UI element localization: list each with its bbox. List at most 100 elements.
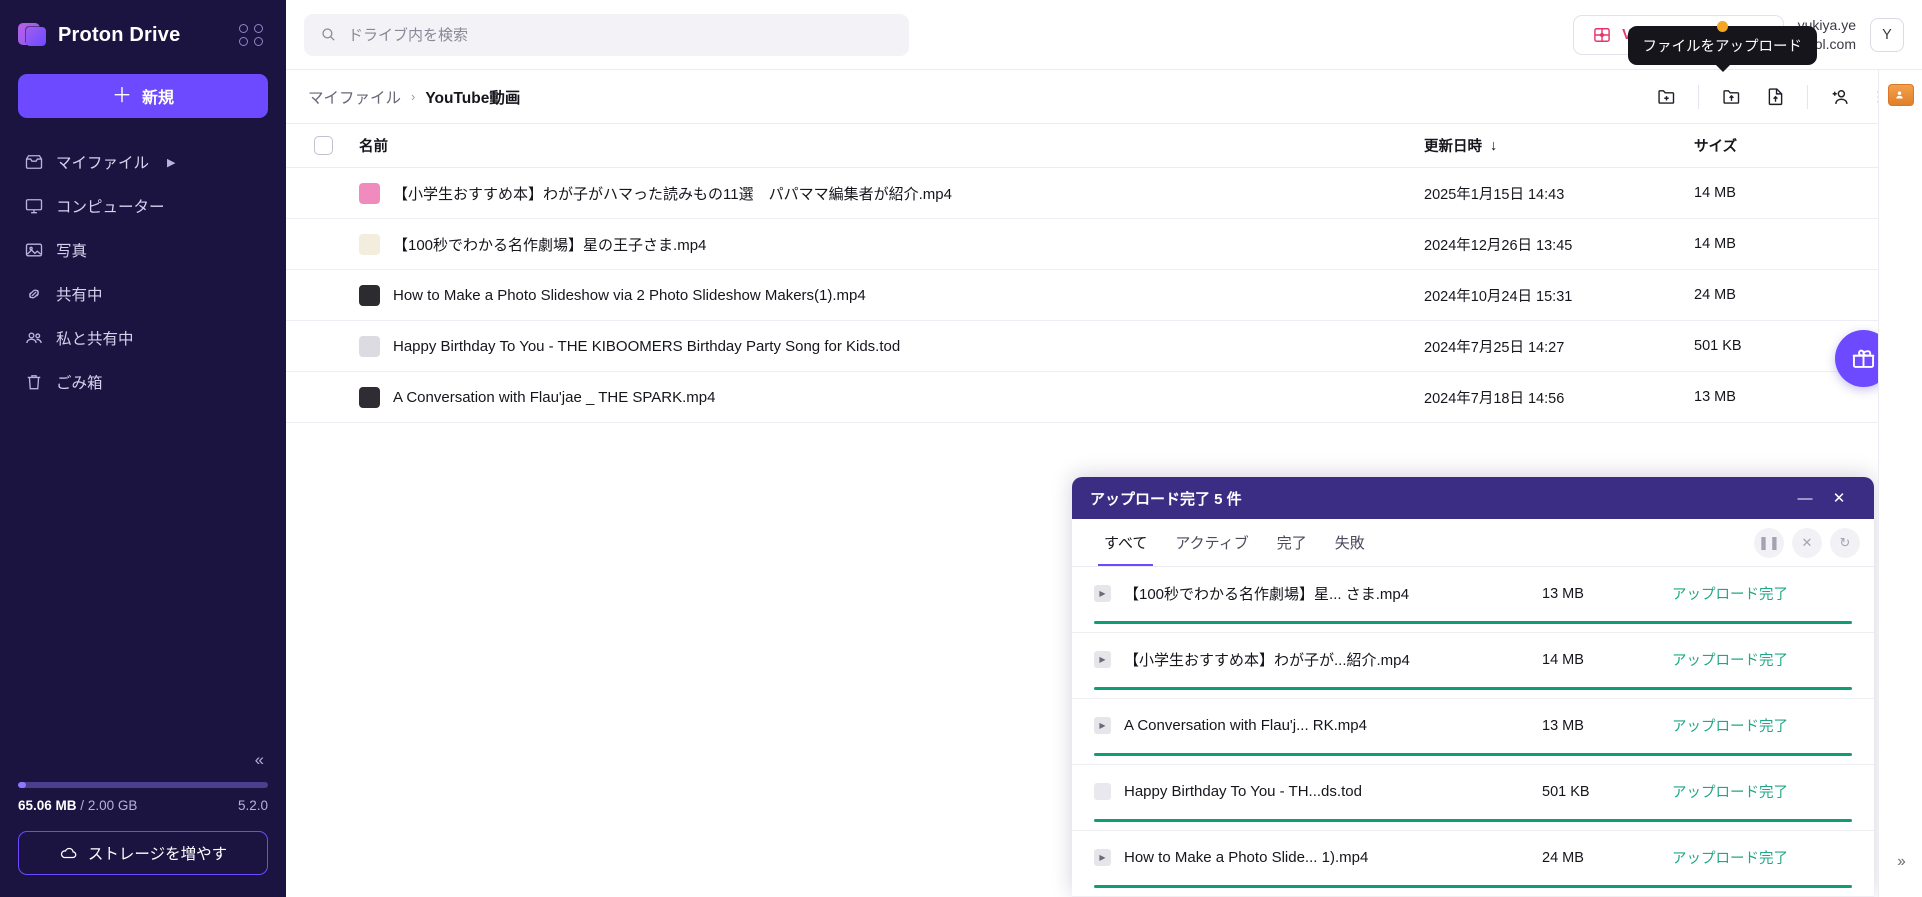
column-header-modified[interactable]: 更新日時 ↓ [1424,135,1694,156]
upload-list-item[interactable]: Happy Birthday To You - TH...ds.tod 501 … [1072,765,1874,831]
video-file-icon: ▶ [1094,585,1111,602]
file-modified: 2024年7月25日 14:27 [1424,339,1565,356]
column-header-name[interactable]: 名前 [359,135,1424,156]
contacts-icon[interactable] [1887,84,1914,106]
table-row[interactable]: How to Make a Photo Slideshow via 2 Phot… [286,270,1922,321]
chevron-right-icon[interactable]: ▶ [167,156,175,169]
upload-file-name: How to Make a Photo Slide... 1).mp4 [1124,849,1369,866]
upload-progress-bar [1094,621,1852,624]
upload-file-size: 13 MB [1542,585,1584,602]
sidebar-item-label: 私と共有中 [56,331,134,348]
storage-progress-fill [18,782,26,788]
generic-file-icon [1094,783,1111,800]
upload-panel-tabs: すべて アクティブ 完了 失敗 ❚❚ ✕ ↻ [1072,519,1874,567]
video-thumbnail-icon [359,386,380,408]
table-row[interactable]: 【100秒でわかる名作劇場】星の王子さま.mp4 2024年12月26日 13:… [286,219,1922,270]
sidebar: Proton Drive ＋ 新規 マイファイル ▶ コンピューター 写真 共有… [0,0,286,897]
upload-file-icon[interactable] [1755,79,1795,115]
file-modified: 2024年7月18日 14:56 [1424,390,1565,407]
storage-separator: / [80,798,85,813]
tab-failed[interactable]: 失敗 [1321,519,1379,566]
tooltip-text: ファイルをアップロード [1642,39,1803,55]
avatar[interactable]: Y [1870,17,1904,52]
new-folder-icon[interactable] [1646,79,1686,115]
upload-list-item[interactable]: ▶ How to Make a Photo Slide... 1).mp4 24… [1072,831,1874,897]
upload-list-item[interactable]: ▶ 【100秒でわかる名作劇場】星... さま.mp4 13 MB アップロード… [1072,567,1874,633]
plus-icon: ＋ [111,85,132,107]
sidebar-item-my-files[interactable]: マイファイル ▶ [14,140,272,184]
file-modified: 2024年12月26日 13:45 [1424,237,1573,254]
retry-icon[interactable]: ↻ [1830,527,1860,558]
proton-drive-logo-icon [18,21,48,49]
sidebar-item-shared[interactable]: 共有中 [14,272,272,316]
pause-icon[interactable]: ❚❚ [1754,527,1784,558]
table-row[interactable]: 【小学生おすすめ本】わが子がハマった読みもの11選 パパママ編集者が紹介.mp4… [286,168,1922,219]
upload-list-item[interactable]: ▶ A Conversation with Flau'j... RK.mp4 1… [1072,699,1874,765]
sidebar-item-shared-with-me[interactable]: 私と共有中 [14,316,272,360]
upload-progress-panel: アップロード完了 5 件 — ✕ すべて アクティブ 完了 失敗 ❚❚ ✕ ↻ … [1072,477,1874,897]
storage-used: 65.06 MB [18,798,77,813]
topbar: ドライブ内を検索 VALENTINE'S DEAL yukiya.yeool.c… [286,0,1922,72]
chevron-double-left-icon[interactable]: ‹‹ [255,751,264,768]
sidebar-item-label: マイファイル [56,155,150,172]
right-rail: ›› [1878,70,1922,897]
link-icon [29,289,39,299]
upload-status: アップロード完了 [1672,719,1788,735]
upload-item-list[interactable]: ▶ 【100秒でわかる名作劇場】星... さま.mp4 13 MB アップロード… [1072,567,1874,897]
file-name: 【100秒でわかる名作劇場】星の王子さま.mp4 [393,236,707,254]
upload-status: アップロード完了 [1672,653,1788,669]
upload-list-item[interactable]: ▶ 【小学生おすすめ本】わが子が...紹介.mp4 14 MB アップロード完了 [1072,633,1874,699]
search-input[interactable]: ドライブ内を検索 [304,13,909,56]
apps-grid-icon[interactable] [238,22,264,48]
file-size: 14 MB [1694,236,1736,252]
column-header-size[interactable]: サイズ [1694,135,1894,156]
breadcrumb-root[interactable]: マイファイル [308,86,401,108]
video-thumbnail-icon [359,182,380,204]
tab-active[interactable]: アクティブ [1161,519,1262,566]
minimize-icon[interactable]: — [1788,484,1822,512]
inbox-icon [25,155,43,169]
upload-file-name: 【小学生おすすめ本】わが子が...紹介.mp4 [1124,652,1410,669]
file-name: 【小学生おすすめ本】わが子がハマった読みもの11選 パパママ編集者が紹介.mp4 [393,185,952,203]
gift-icon [1852,349,1875,368]
app-version: 5.2.0 [237,798,268,813]
sidebar-collapse-row: ‹‹ [0,751,286,782]
sidebar-item-computers[interactable]: コンピューター [14,184,272,228]
table-row[interactable]: A Conversation with Flau'jae _ THE SPARK… [286,372,1922,423]
sidebar-item-label: コンピューター [56,199,165,216]
main-area: ドライブ内を検索 VALENTINE'S DEAL yukiya.yeool.c… [286,0,1922,897]
cancel-icon[interactable]: ✕ [1792,527,1822,558]
video-file-icon: ▶ [1094,651,1111,668]
file-size: 14 MB [1694,185,1736,201]
upgrade-storage-button[interactable]: ストレージを増やす [18,831,268,875]
sidebar-item-photos[interactable]: 写真 [14,228,272,272]
tab-completed[interactable]: 完了 [1263,519,1321,566]
upload-progress-bar [1094,753,1852,756]
file-modified: 2024年10月24日 15:31 [1424,288,1573,305]
upload-panel-title: アップロード完了 5 件 [1090,490,1242,508]
close-icon[interactable]: ✕ [1822,484,1856,512]
brand-row: Proton Drive [0,0,286,70]
people-icon [26,332,42,344]
upload-file-name: Happy Birthday To You - TH...ds.tod [1124,783,1362,800]
upload-status: アップロード完了 [1672,785,1788,801]
upload-status: アップロード完了 [1672,587,1788,603]
sidebar-item-trash[interactable]: ごみ箱 [14,360,272,404]
generic-file-icon [359,335,380,357]
upload-file-size: 24 MB [1542,849,1584,866]
select-all-checkbox[interactable] [314,136,333,155]
share-with-user-icon[interactable] [1820,79,1860,115]
file-name: A Conversation with Flau'jae _ THE SPARK… [393,388,716,406]
breadcrumb-bar: マイファイル › YouTube動画 [286,70,1922,124]
tab-all[interactable]: すべて [1090,519,1161,566]
upload-progress-bar [1094,687,1852,690]
toolbar-icons [1646,79,1904,115]
upload-file-size: 13 MB [1542,717,1584,734]
chevron-double-right-icon[interactable]: ›› [1897,853,1906,871]
upload-folder-icon[interactable] [1711,79,1751,115]
upload-file-name: 【100秒でわかる名作劇場】星... さま.mp4 [1124,586,1410,603]
table-row[interactable]: Happy Birthday To You - THE KIBOOMERS Bi… [286,321,1922,372]
file-table-body: 【小学生おすすめ本】わが子がハマった読みもの11選 パパママ編集者が紹介.mp4… [286,168,1922,423]
gift-box-icon [1594,27,1610,42]
new-button[interactable]: ＋ 新規 [18,74,268,118]
